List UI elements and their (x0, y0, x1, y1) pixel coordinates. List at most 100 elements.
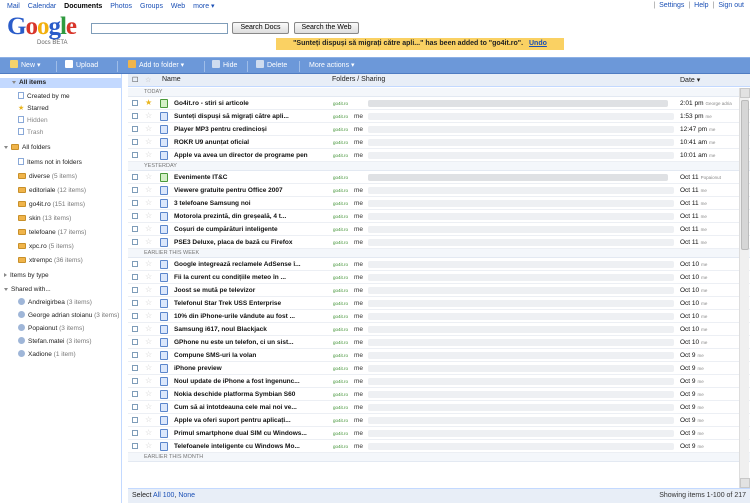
document-row[interactable]: ☆ 3 telefoane Samsung noi go4it.ro me Oct 11… (128, 197, 750, 210)
row-checkbox[interactable] (132, 174, 138, 180)
folder-tag[interactable]: go4it.ro (333, 366, 348, 371)
star-icon[interactable]: ☆ (145, 137, 152, 147)
sidebar-folder[interactable]: xpc.ro (5 items) (18, 242, 74, 252)
document-row[interactable]: ☆ Sunteți dispuși să migrați către apli..… (128, 110, 750, 123)
delete-button[interactable]: Delete (256, 60, 287, 72)
document-row[interactable]: ☆ 10% din iPhone-urile vândute au fost ..… (128, 310, 750, 323)
sidebar-person[interactable]: Stefan.matei (3 items) (18, 337, 92, 347)
folder-tag[interactable]: go4it.ro (333, 214, 348, 219)
help-link[interactable]: Help (694, 2, 708, 9)
select-all-checkbox[interactable]: ☐ (132, 76, 138, 84)
document-row[interactable]: ☆ Fii la curent cu condițiile meteo în ..… (128, 271, 750, 284)
folder-tag[interactable]: go4it.ro (333, 275, 348, 280)
more-actions-button[interactable]: More actions ▾ (309, 60, 355, 72)
search-web-button[interactable]: Search the Web (294, 22, 359, 34)
row-checkbox[interactable] (132, 365, 138, 371)
folder-tag[interactable]: go4it.ro (333, 140, 348, 145)
row-checkbox[interactable] (132, 113, 138, 119)
document-title[interactable]: Nokia deschide platforma Symbian S60 (174, 391, 324, 398)
document-title[interactable]: Telefoanele inteligente cu Windows Mo... (174, 443, 324, 450)
star-icon[interactable]: ☆ (145, 350, 152, 360)
google-docs-logo[interactable]: Google Docs BETA (7, 14, 89, 48)
document-row[interactable]: ☆ Google integrează reclamele AdSense î..… (128, 258, 750, 271)
folder-tag[interactable]: go4it.ro (333, 227, 348, 232)
document-row[interactable]: ☆ Apple va avea un director de programe p… (128, 149, 750, 162)
document-row[interactable]: ☆ Cum să ai întotdeauna cele mai noi ve..… (128, 401, 750, 414)
folder-tag[interactable]: go4it.ro (333, 353, 348, 358)
row-checkbox[interactable] (132, 339, 138, 345)
document-title[interactable]: Samsung i617, noul Blackjack (174, 326, 324, 333)
star-icon[interactable]: ☆ (145, 111, 152, 121)
row-checkbox[interactable] (132, 226, 138, 232)
select-none-link[interactable]: None (178, 492, 195, 499)
sidebar-person[interactable]: Popaionut (3 items) (18, 324, 84, 334)
document-title[interactable]: Google integrează reclamele AdSense î... (174, 261, 324, 268)
row-checkbox[interactable] (132, 443, 138, 449)
star-icon[interactable]: ☆ (145, 172, 152, 182)
star-icon[interactable]: ☆ (145, 259, 152, 269)
document-row[interactable]: ☆ Apple va oferi suport pentru aplicați..… (128, 414, 750, 427)
star-icon[interactable]: ☆ (145, 298, 152, 308)
folder-tag[interactable]: go4it.ro (333, 114, 348, 119)
folder-tag[interactable]: go4it.ro (333, 444, 348, 449)
sidebar-item-all-folders[interactable]: All folders (4, 143, 51, 153)
row-checkbox[interactable] (132, 378, 138, 384)
document-title[interactable]: iPhone preview (174, 365, 324, 372)
star-icon[interactable]: ☆ (145, 237, 152, 247)
document-row[interactable]: ☆ GPhone nu este un telefon, ci un sist..… (128, 336, 750, 349)
nav-link-photos[interactable]: Photos (110, 3, 132, 10)
document-row[interactable]: ☆ Evenimente IT&C go4it.ro Oct 11 Popaionut (128, 171, 750, 184)
star-icon[interactable]: ☆ (145, 211, 152, 221)
nav-link-mail[interactable]: Mail (7, 3, 20, 10)
search-input[interactable] (91, 23, 228, 34)
sidebar-person[interactable]: Andreigirbea (3 items) (18, 298, 92, 308)
folder-tag[interactable]: go4it.ro (333, 101, 348, 106)
row-checkbox[interactable] (132, 404, 138, 410)
document-row[interactable]: ☆ ROKR U9 anunțat oficial go4it.ro me 10:41 … (128, 136, 750, 149)
sidebar-folder[interactable]: Items not in folders (18, 158, 82, 168)
star-icon[interactable]: ☆ (145, 224, 152, 234)
undo-link[interactable]: Undo (529, 40, 547, 47)
star-icon[interactable]: ☆ (145, 150, 152, 160)
row-checkbox[interactable] (132, 213, 138, 219)
row-checkbox[interactable] (132, 300, 138, 306)
document-title[interactable]: ROKR U9 anunțat oficial (174, 139, 324, 146)
document-title[interactable]: Motorola prezintă, din greșeală, 4 t... (174, 213, 324, 220)
select-all-link[interactable]: All 100 (153, 492, 174, 499)
search-docs-button[interactable]: Search Docs (232, 22, 289, 34)
star-icon[interactable]: ☆ (145, 415, 152, 425)
row-checkbox[interactable] (132, 352, 138, 358)
document-row[interactable]: ☆ iPhone preview go4it.ro me Oct 9 me (128, 362, 750, 375)
folder-tag[interactable]: go4it.ro (333, 188, 348, 193)
sidebar-folder[interactable]: skin (13 items) (18, 214, 71, 224)
document-title[interactable]: Apple va avea un director de programe pe… (174, 152, 324, 159)
document-row[interactable]: ★ Go4it.ro - stiri si articole go4it.ro 2:0… (128, 97, 750, 110)
document-title[interactable]: Cum să ai întotdeauna cele mai noi ve... (174, 404, 324, 411)
folder-tag[interactable]: go4it.ro (333, 392, 348, 397)
document-title[interactable]: Apple va oferi suport pentru aplicați... (174, 417, 324, 424)
folder-tag[interactable]: go4it.ro (333, 201, 348, 206)
sidebar-folder[interactable]: xtrempc (36 items) (18, 256, 83, 266)
row-checkbox[interactable] (132, 239, 138, 245)
row-checkbox[interactable] (132, 126, 138, 132)
star-icon[interactable]: ☆ (145, 402, 152, 412)
document-title[interactable]: GPhone nu este un telefon, ci un sist... (174, 339, 324, 346)
document-row[interactable]: ☆ Telefoanele inteligente cu Windows Mo..… (128, 440, 750, 453)
document-title[interactable]: PSE3 Deluxe, placa de bază cu Firefox (174, 239, 324, 246)
list-scrollbar[interactable] (739, 88, 750, 488)
sidebar-folder[interactable]: go4it.ro (151 items) (18, 200, 85, 210)
sidebar-item-created-by-me[interactable]: Created by me (18, 92, 70, 102)
document-row[interactable]: ☆ Nokia deschide platforma Symbian S60 go4… (128, 388, 750, 401)
document-row[interactable]: ☆ Motorola prezintă, din greșeală, 4 t...… (128, 210, 750, 223)
nav-link-groups[interactable]: Groups (140, 3, 163, 10)
name-column[interactable]: Name (162, 76, 181, 83)
row-checkbox[interactable] (132, 274, 138, 280)
star-icon[interactable]: ☆ (145, 324, 152, 334)
nav-link-documents[interactable]: Documents (64, 3, 102, 10)
folders-sharing-column[interactable]: Folders / Sharing (332, 76, 385, 83)
row-checkbox[interactable] (132, 430, 138, 436)
document-title[interactable]: Player MP3 pentru credincioși (174, 126, 324, 133)
upload-button[interactable]: Upload (65, 60, 98, 72)
star-icon[interactable]: ☆ (145, 363, 152, 373)
star-icon[interactable]: ☆ (145, 272, 152, 282)
